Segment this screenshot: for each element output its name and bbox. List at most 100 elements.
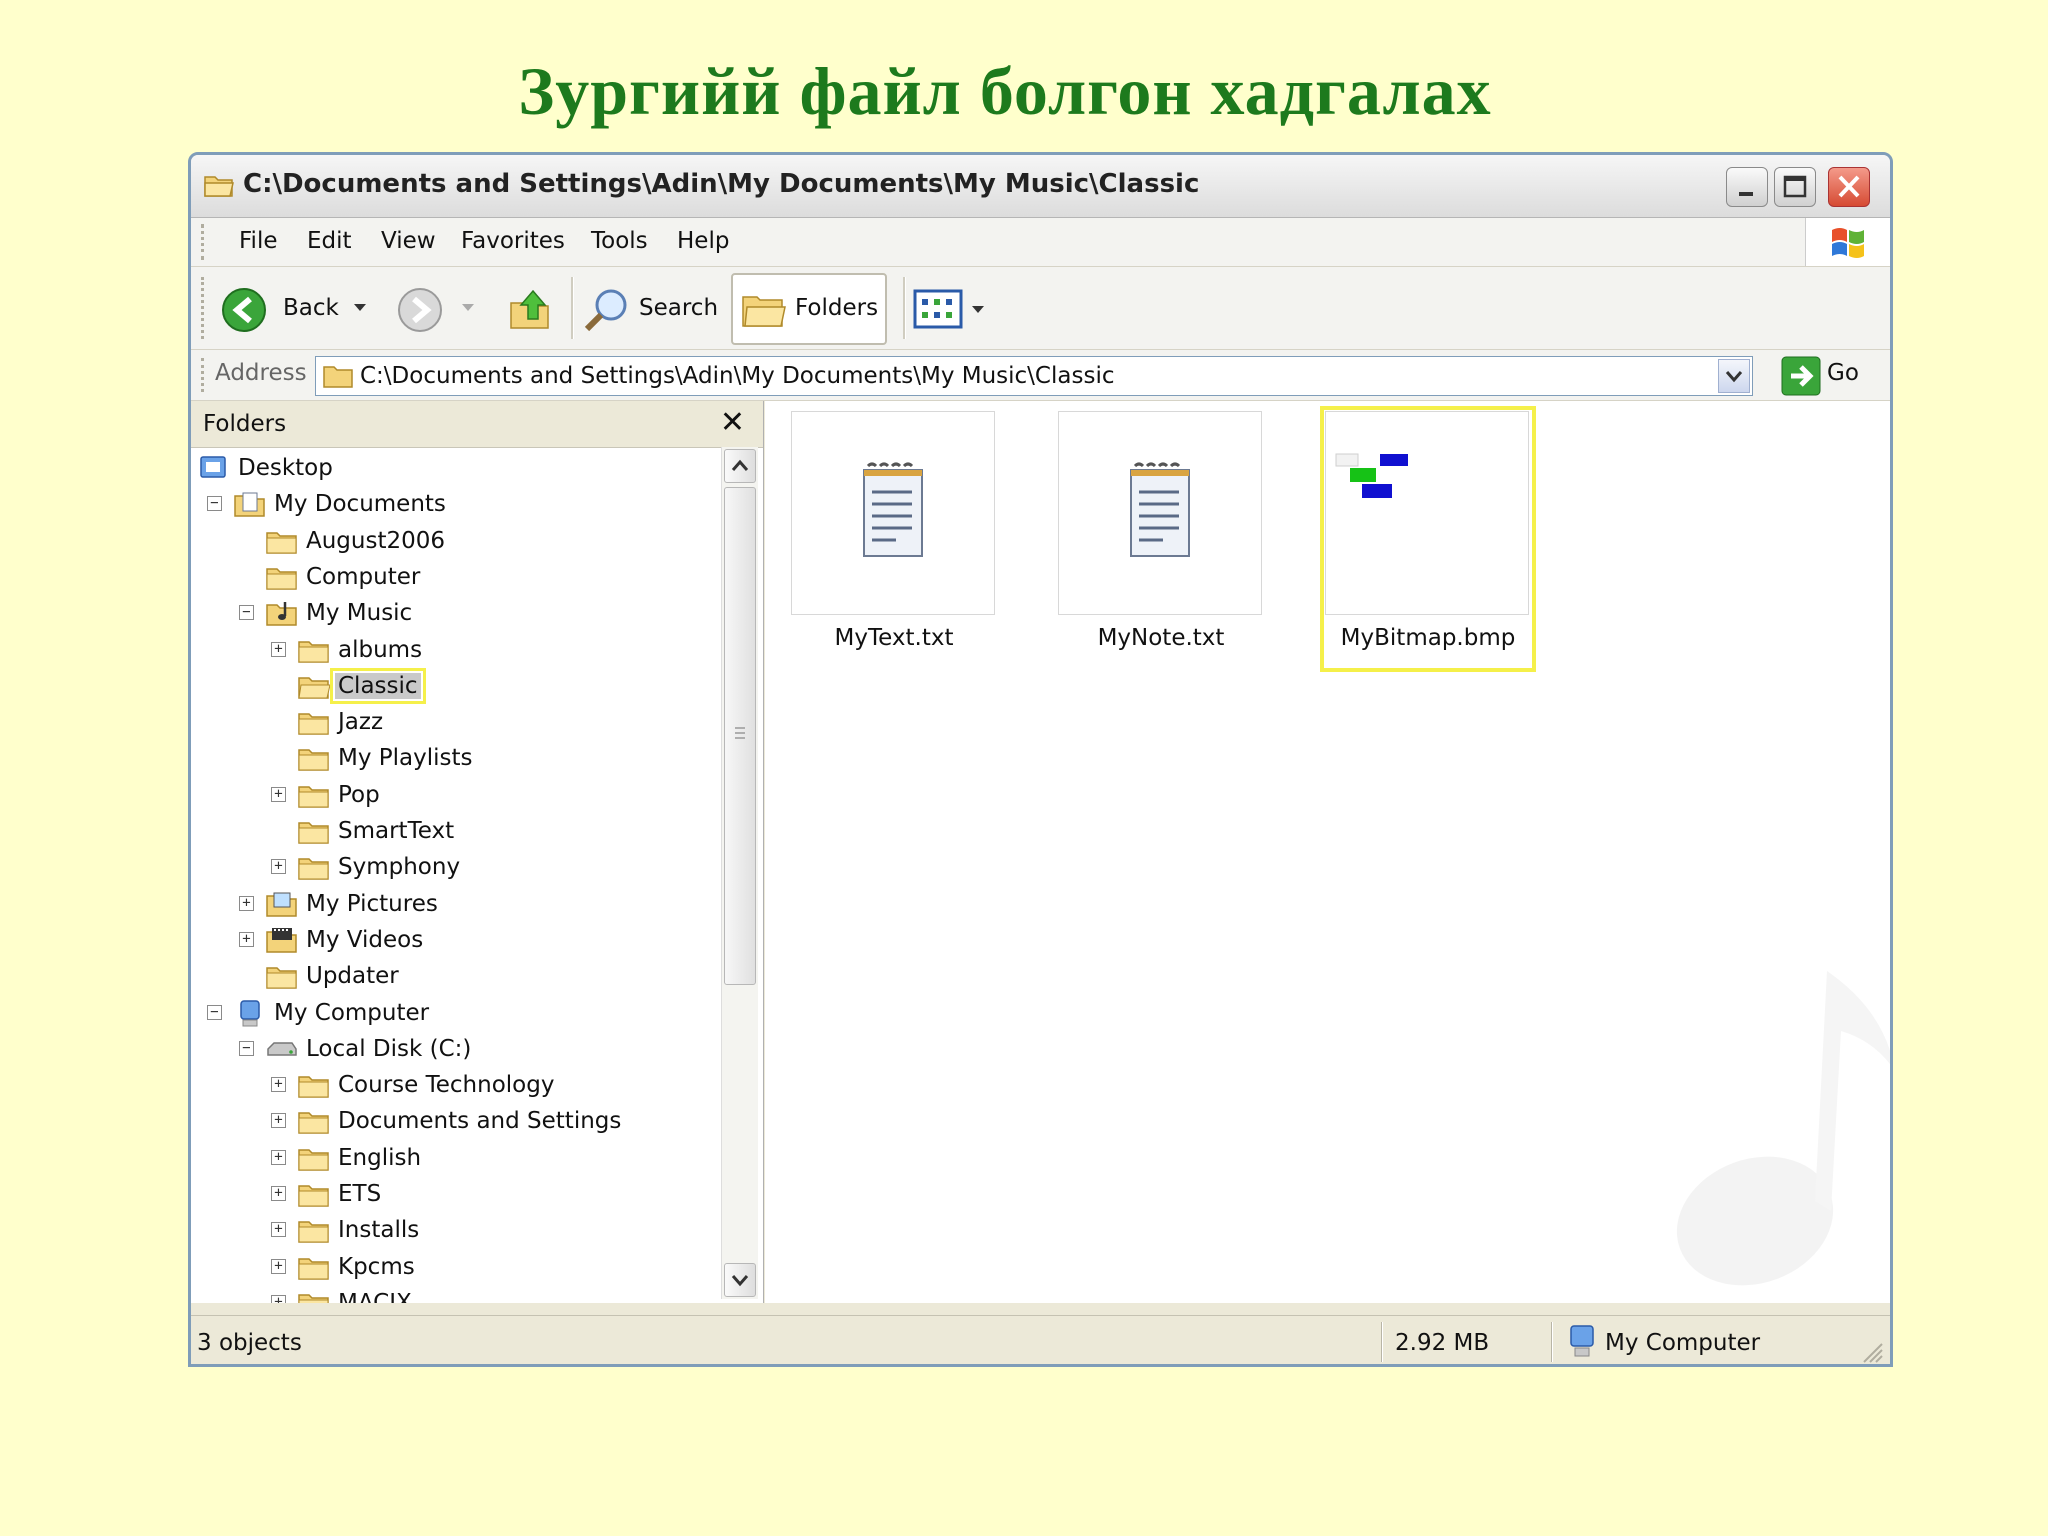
chevron-down-icon: [1725, 371, 1743, 383]
tree-item[interactable]: + ETS: [191, 1177, 721, 1211]
scroll-up-button[interactable]: [724, 449, 756, 483]
tree-item-label: SmartText: [338, 818, 455, 844]
tree-item-label: Pop: [338, 781, 380, 808]
back-arrow-icon: [222, 288, 266, 332]
menu-grip[interactable]: [201, 224, 208, 260]
tree-item[interactable]: Computer: [191, 560, 721, 594]
chevron-down-icon: [354, 304, 366, 311]
expand-toggle[interactable]: +: [271, 1222, 286, 1238]
resize-grip-icon[interactable]: [1860, 1340, 1884, 1364]
tree-item[interactable]: + My Videos: [191, 923, 721, 957]
folders-pane-close-button[interactable]: ✕: [720, 405, 745, 440]
title-bar[interactable]: C:\Documents and Settings\Adin\My Docume…: [191, 155, 1890, 218]
tree-item[interactable]: Jazz: [191, 705, 721, 739]
chevron-down-icon: [462, 304, 474, 311]
tree-item[interactable]: − My Documents: [191, 487, 721, 521]
windows-logo-icon: [1805, 218, 1890, 266]
tree-item-label: August2006: [306, 527, 446, 554]
tree-item[interactable]: Desktop: [191, 451, 721, 485]
expand-toggle[interactable]: +: [271, 1186, 286, 1201]
minimize-icon: [1739, 192, 1753, 196]
tree-item[interactable]: + My Pictures: [191, 887, 721, 921]
folder-icon: [298, 822, 329, 844]
address-input[interactable]: C:\Documents and Settings\Adin\My Docume…: [315, 356, 1753, 396]
folders-label: Folders: [795, 295, 879, 321]
expand-toggle[interactable]: +: [239, 895, 254, 911]
my-computer-icon: [1570, 1325, 1594, 1357]
tree-item[interactable]: + Documents and Settings: [191, 1104, 721, 1138]
expand-toggle[interactable]: +: [271, 1294, 286, 1303]
address-dropdown-button[interactable]: [1718, 359, 1750, 393]
tree-item-label: Symphony: [338, 854, 461, 881]
tree-item[interactable]: + albums: [191, 633, 721, 667]
tree-item[interactable]: + Installs: [191, 1213, 721, 1247]
folder-icon: [266, 967, 297, 989]
folder-icon: [298, 1148, 329, 1171]
tree-item-label: Local Disk (C:): [306, 1035, 472, 1062]
menu-file[interactable]: File: [239, 228, 278, 254]
expand-toggle[interactable]: +: [271, 1258, 286, 1274]
tree-item-label: My Music: [306, 600, 413, 627]
collapse-toggle[interactable]: −: [207, 1004, 222, 1020]
tree-item-label: albums: [338, 636, 423, 663]
file-tile[interactable]: MyText.txt: [791, 411, 997, 667]
tree-item[interactable]: August2006: [191, 524, 721, 558]
tree-item[interactable]: Updater: [191, 959, 721, 993]
my-videos-icon: [266, 927, 297, 953]
address-grip[interactable]: [201, 358, 208, 392]
menu-edit[interactable]: Edit: [307, 228, 352, 254]
window-title: C:\Documents and Settings\Adin\My Docume…: [243, 169, 1200, 199]
local-disk-icon: [267, 1042, 297, 1056]
tree-item[interactable]: − Local Disk (C:): [191, 1032, 721, 1066]
minimize-button[interactable]: [1726, 167, 1768, 207]
collapse-toggle[interactable]: −: [239, 605, 254, 621]
toolbar-grip[interactable]: [201, 277, 208, 339]
status-size: 2.92 MB: [1395, 1330, 1490, 1356]
tree-item[interactable]: My Playlists: [191, 741, 721, 775]
my-pictures-icon: [266, 892, 297, 917]
folder-icon: [298, 1257, 329, 1280]
file-tile-selected[interactable]: MyBitmap.bmp: [1320, 406, 1536, 672]
menu-favorites[interactable]: Favorites: [461, 228, 565, 254]
tree-item[interactable]: − My Computer: [191, 996, 721, 1030]
expand-toggle[interactable]: +: [239, 931, 254, 947]
scroll-thumb[interactable]: [724, 487, 756, 985]
expand-toggle[interactable]: +: [271, 786, 286, 802]
expand-toggle[interactable]: +: [271, 1077, 286, 1093]
tree-item[interactable]: Classic: [191, 667, 721, 704]
tree-item[interactable]: + Course Technology: [191, 1068, 721, 1102]
tree-scrollbar[interactable]: [721, 447, 758, 1299]
go-button[interactable]: Go: [1827, 360, 1859, 386]
expand-toggle[interactable]: +: [271, 1113, 286, 1129]
tree-item[interactable]: + MACIX: [191, 1286, 721, 1303]
tree-item[interactable]: − My Music: [191, 596, 721, 630]
maximize-button[interactable]: [1774, 167, 1816, 207]
collapse-toggle[interactable]: −: [207, 496, 222, 512]
folder-icon: [298, 640, 329, 663]
menu-tools[interactable]: Tools: [591, 228, 648, 254]
search-button[interactable]: Search: [581, 277, 731, 339]
expand-toggle[interactable]: +: [271, 1149, 286, 1165]
views-button[interactable]: [913, 277, 993, 339]
file-tile[interactable]: MyNote.txt: [1058, 411, 1264, 667]
folders-pane-title: Folders: [203, 411, 287, 437]
tree-item[interactable]: + English: [191, 1141, 721, 1175]
tree-item[interactable]: + Symphony: [191, 850, 721, 884]
tree-item[interactable]: + Pop: [191, 778, 721, 812]
forward-button[interactable]: [397, 277, 477, 339]
close-button[interactable]: [1828, 167, 1870, 207]
up-folder-button[interactable]: [507, 277, 557, 339]
chevron-down-icon: [972, 306, 984, 313]
folders-button[interactable]: Folders: [731, 273, 887, 345]
tree-item-label: Desktop: [238, 455, 333, 481]
collapse-toggle[interactable]: −: [239, 1040, 254, 1056]
expand-toggle[interactable]: +: [271, 641, 286, 657]
tree-item[interactable]: SmartText: [191, 814, 721, 848]
tree-item[interactable]: + Kpcms: [191, 1250, 721, 1284]
menu-view[interactable]: View: [381, 228, 436, 254]
expand-toggle[interactable]: +: [271, 859, 286, 875]
scroll-down-button[interactable]: [724, 1263, 756, 1297]
back-button[interactable]: Back: [221, 277, 371, 339]
menu-help[interactable]: Help: [677, 228, 729, 254]
go-arrow-icon[interactable]: [1781, 356, 1821, 396]
